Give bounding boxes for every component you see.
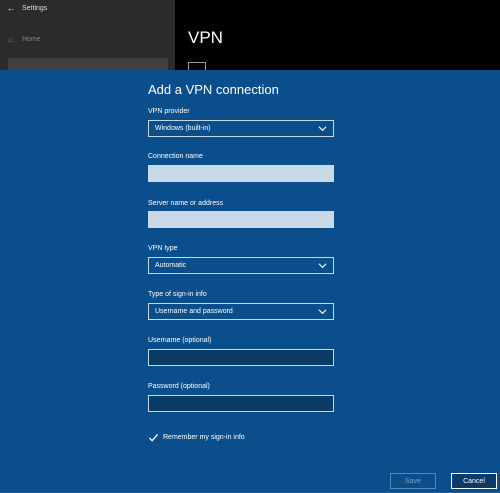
- page-title: VPN: [188, 28, 223, 47]
- signin-type-label: Type of sign-in info: [148, 291, 207, 298]
- chevron-down-icon: [318, 263, 327, 269]
- window-title: Settings: [22, 4, 48, 12]
- signin-type-value: Username and password: [155, 308, 233, 315]
- signin-type-select[interactable]: Username and password: [148, 303, 334, 320]
- remember-signin-checkbox[interactable]: Remember my sign-in info: [148, 432, 245, 443]
- settings-content-area: [175, 0, 500, 70]
- password-label: Password (optional): [148, 383, 210, 390]
- chevron-down-icon: [318, 126, 327, 132]
- sidebar-item-home[interactable]: ⌂ Home: [8, 32, 168, 46]
- add-vpn-dialog: Add a VPN connection VPN provider Window…: [0, 70, 500, 493]
- dialog-title: Add a VPN connection: [148, 82, 279, 97]
- save-button[interactable]: Save: [390, 473, 436, 489]
- vpn-provider-select[interactable]: Windows (built-in): [148, 120, 334, 137]
- username-field[interactable]: [148, 349, 334, 366]
- cancel-button[interactable]: Cancel: [451, 473, 497, 489]
- server-address-label: Server name or address: [148, 200, 224, 207]
- password-field[interactable]: [148, 395, 334, 412]
- settings-titlebar: ← Settings: [0, 0, 175, 16]
- checkmark-icon: [148, 433, 159, 442]
- sidebar-item-home-label: Home: [22, 35, 41, 43]
- vpn-type-label: VPN type: [148, 245, 178, 252]
- remember-signin-label: Remember my sign-in info: [163, 434, 245, 441]
- back-arrow-icon[interactable]: ←: [0, 3, 22, 13]
- server-address-field[interactable]: [148, 211, 334, 228]
- connection-name-field[interactable]: [148, 165, 334, 182]
- vpn-type-select[interactable]: Automatic: [148, 257, 334, 274]
- vpn-provider-value: Windows (built-in): [155, 125, 211, 132]
- username-label: Username (optional): [148, 337, 212, 344]
- vpn-type-value: Automatic: [155, 262, 187, 269]
- vpn-provider-label: VPN provider: [148, 108, 190, 115]
- chevron-down-icon: [318, 309, 327, 315]
- home-icon: ⌂: [8, 34, 13, 44]
- connection-name-label: Connection name: [148, 153, 203, 160]
- screen: ← Settings ⌂ Home VPN Add a VPN connecti…: [0, 0, 500, 493]
